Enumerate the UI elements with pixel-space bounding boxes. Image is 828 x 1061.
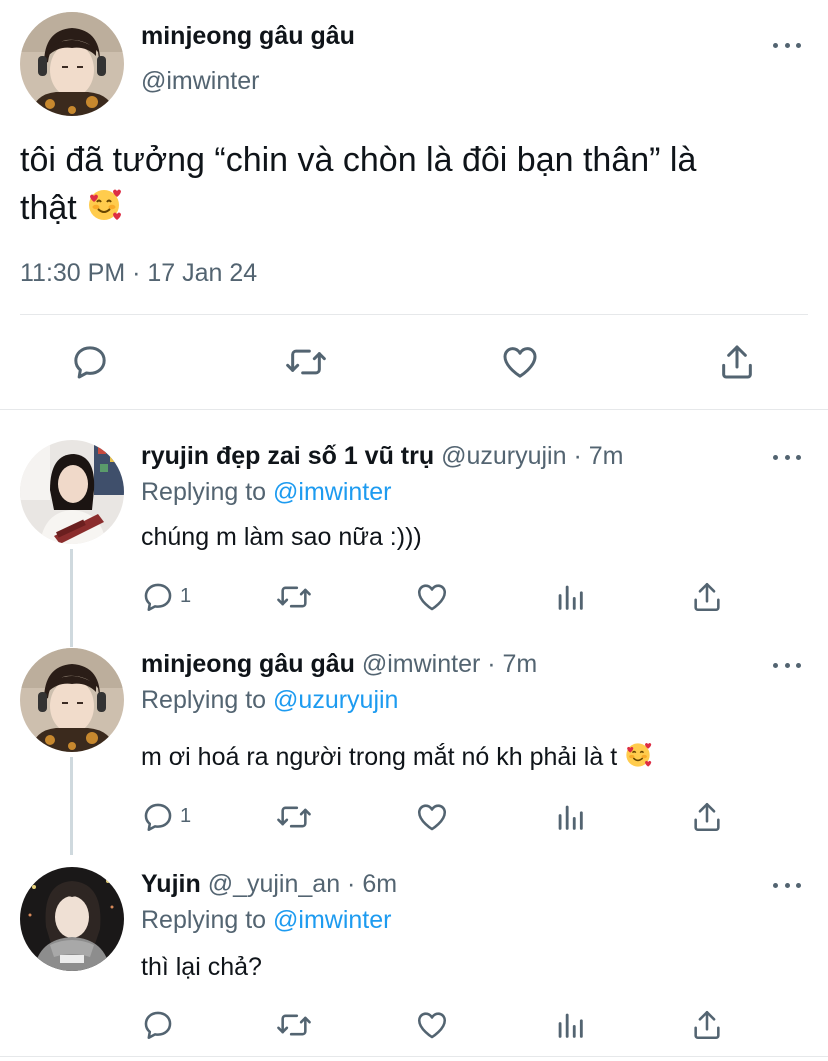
retweet-icon[interactable] bbox=[275, 800, 313, 834]
analytics-icon[interactable] bbox=[553, 580, 587, 614]
reply-icon[interactable] bbox=[70, 342, 110, 382]
reply-count: 1 bbox=[180, 585, 192, 607]
author-handle[interactable]: @imwinter bbox=[141, 67, 259, 96]
retweet-icon[interactable] bbox=[284, 342, 328, 382]
more-options-icon[interactable] bbox=[773, 660, 801, 670]
replying-to-label: Replying to bbox=[141, 906, 267, 934]
reply-icon[interactable] bbox=[141, 1008, 175, 1042]
avatar[interactable] bbox=[20, 12, 124, 116]
smiling-face-with-hearts-icon bbox=[624, 741, 652, 776]
replying-to-handle[interactable]: @imwinter bbox=[273, 906, 391, 934]
reply-text: m ơi hoá ra người trong mắt nó kh phải l… bbox=[141, 743, 618, 771]
reply-icon[interactable] bbox=[141, 580, 175, 614]
more-options-icon[interactable] bbox=[773, 452, 801, 462]
divider bbox=[20, 314, 808, 315]
thread-line bbox=[70, 549, 73, 647]
tweet-time[interactable]: · 7m bbox=[567, 442, 623, 470]
smiling-face-with-hearts-icon bbox=[86, 187, 122, 236]
section-divider bbox=[0, 409, 828, 410]
share-icon[interactable] bbox=[690, 800, 724, 834]
tweet-text-line-1: tôi đã tưởng “chin và chòn là đôi bạn th… bbox=[20, 141, 697, 179]
retweet-icon[interactable] bbox=[275, 1008, 313, 1042]
author-name[interactable]: minjeong gâu gâu bbox=[141, 22, 355, 51]
like-icon[interactable] bbox=[414, 580, 450, 614]
author-name[interactable]: ryujin đẹp zai số 1 vũ trụ bbox=[141, 442, 434, 470]
tweet-timestamp[interactable]: 11:30 PM · 17 Jan 24 bbox=[20, 259, 257, 288]
share-icon[interactable] bbox=[690, 580, 724, 614]
reply-icon[interactable] bbox=[141, 800, 175, 834]
analytics-icon[interactable] bbox=[553, 800, 587, 834]
more-options-icon[interactable] bbox=[773, 880, 801, 890]
replying-to-label: Replying to bbox=[141, 478, 267, 506]
replying-to-label: Replying to bbox=[141, 686, 267, 714]
replying-to-handle[interactable]: @imwinter bbox=[273, 478, 391, 506]
reply-text: chúng m làm sao nữa :))) bbox=[141, 523, 422, 551]
share-icon[interactable] bbox=[690, 1008, 724, 1042]
tweet-time[interactable]: · 6m bbox=[340, 870, 397, 898]
author-name[interactable]: Yujin bbox=[141, 870, 201, 898]
tweet-time[interactable]: · 7m bbox=[480, 650, 537, 678]
avatar[interactable] bbox=[20, 867, 124, 971]
avatar[interactable] bbox=[20, 648, 124, 752]
tweet-text: tôi đã tưởng “chin và chòn là đôi bạn th… bbox=[20, 136, 696, 236]
author-handle[interactable]: @imwinter bbox=[362, 650, 480, 678]
author-handle[interactable]: @_yujin_an bbox=[208, 870, 340, 898]
reply-count: 1 bbox=[180, 805, 192, 827]
author-name[interactable]: minjeong gâu gâu bbox=[141, 650, 355, 678]
more-options-icon[interactable] bbox=[773, 40, 801, 50]
tweet-text-line-2: thật bbox=[20, 189, 77, 227]
share-icon[interactable] bbox=[717, 342, 757, 382]
avatar[interactable] bbox=[20, 440, 124, 544]
bottom-divider bbox=[0, 1056, 828, 1057]
author-handle[interactable]: @uzuryujin bbox=[441, 442, 566, 470]
analytics-icon[interactable] bbox=[553, 1008, 587, 1042]
retweet-icon[interactable] bbox=[275, 580, 313, 614]
like-icon[interactable] bbox=[499, 342, 541, 382]
thread-line bbox=[70, 757, 73, 855]
reply-text: thì lại chả? bbox=[141, 953, 262, 981]
replying-to-handle[interactable]: @uzuryujin bbox=[273, 686, 398, 714]
like-icon[interactable] bbox=[414, 800, 450, 834]
like-icon[interactable] bbox=[414, 1008, 450, 1042]
